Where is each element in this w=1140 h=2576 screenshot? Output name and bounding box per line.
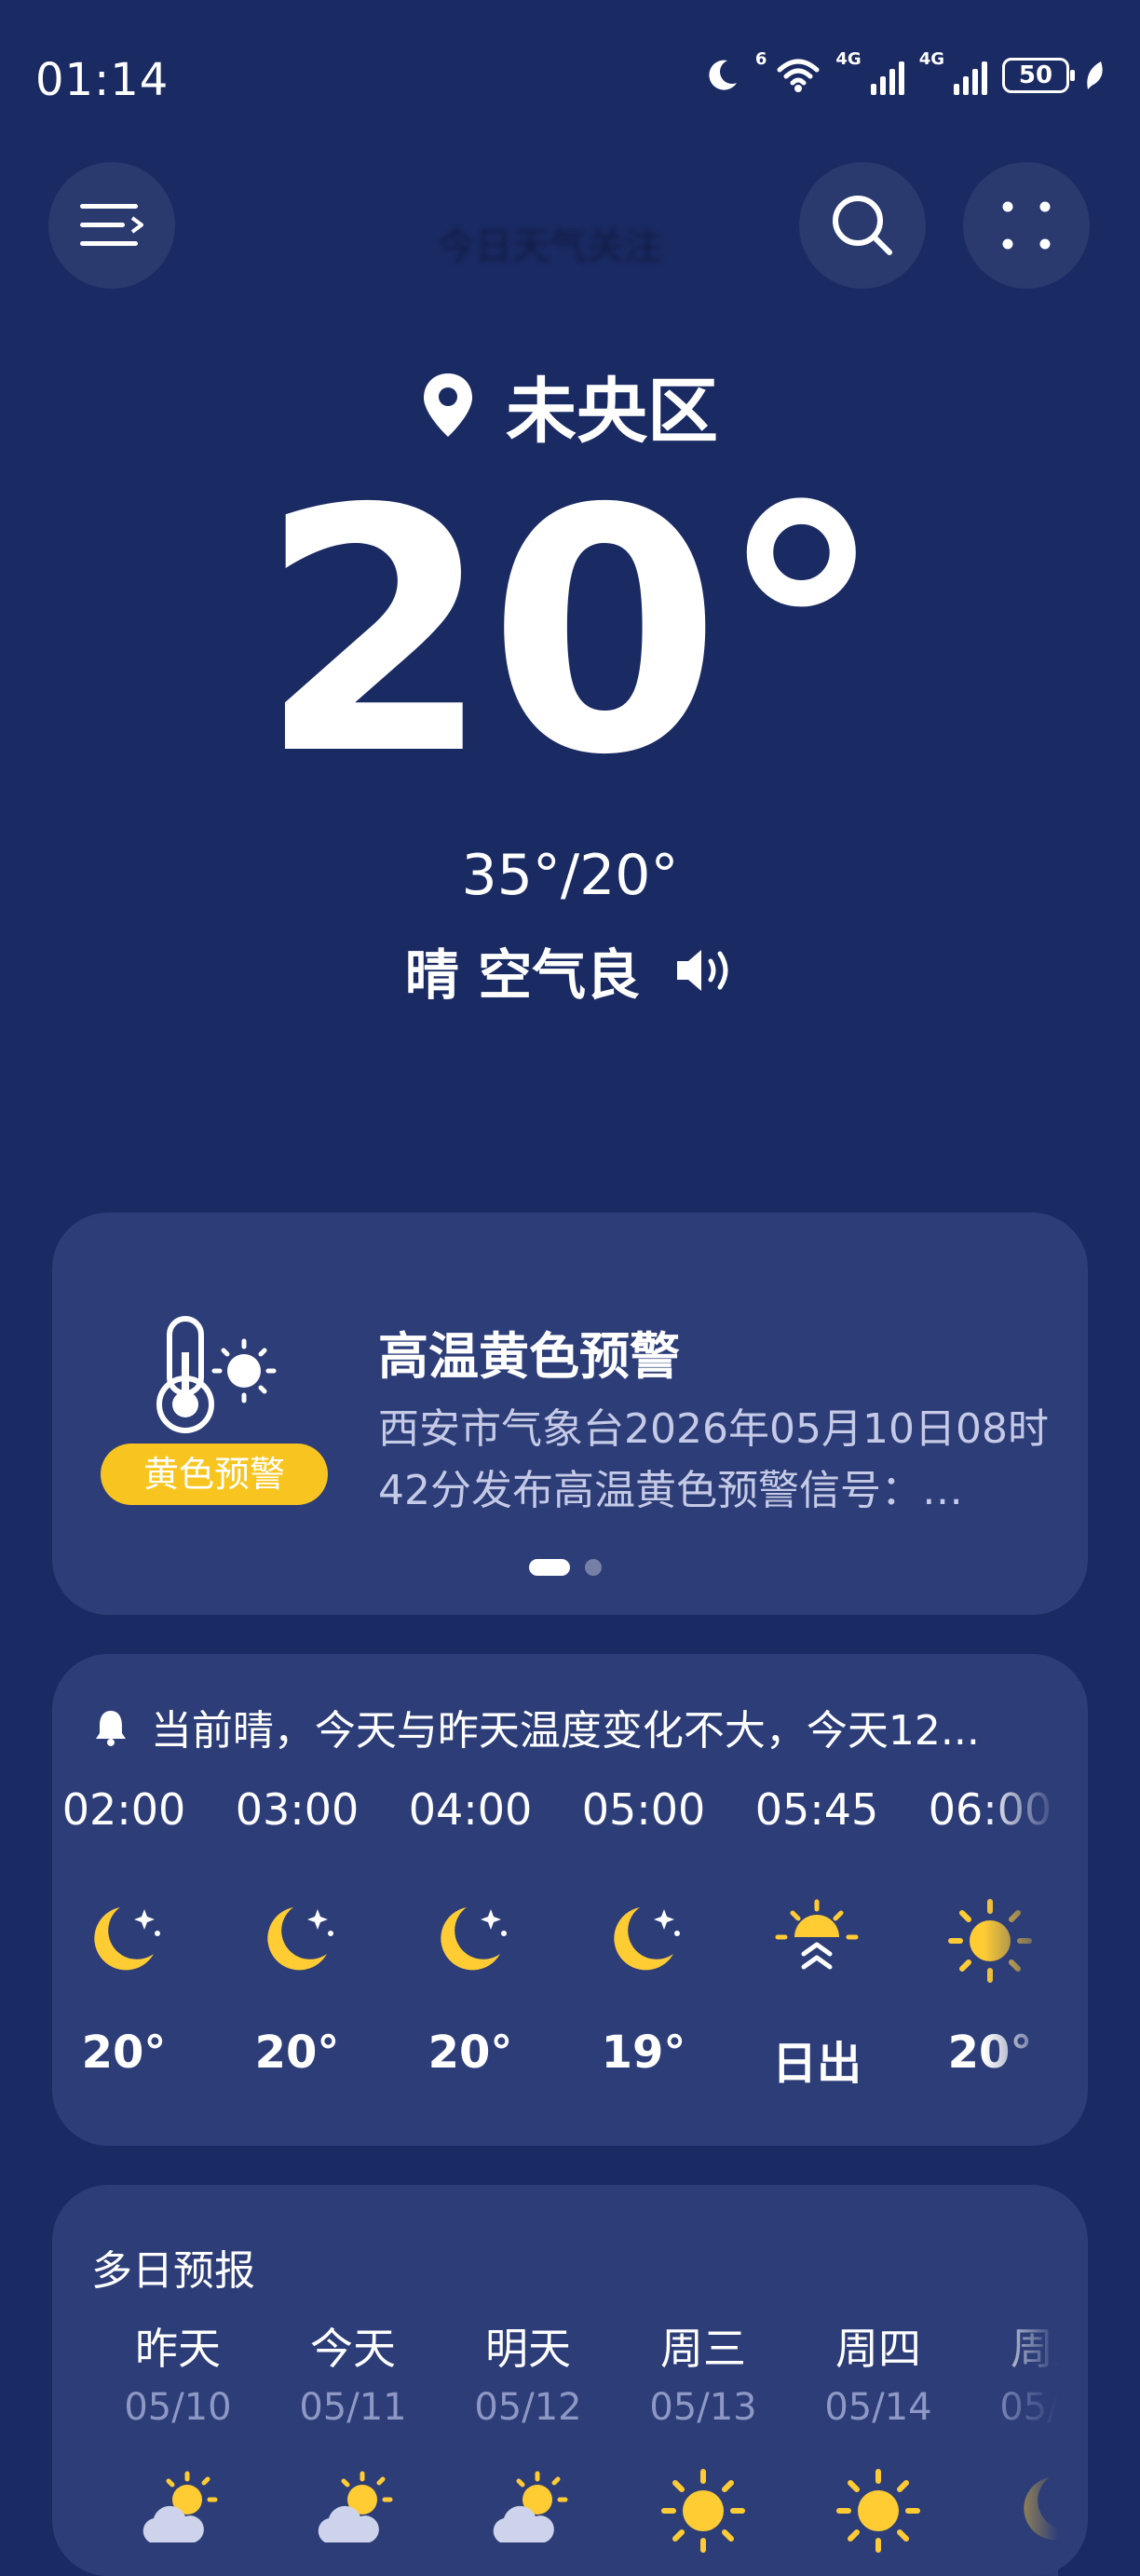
high-temperature-icon: [156, 1316, 277, 1433]
daily-forecast-card[interactable]: 多日预报 昨天 05/10 今天 05/11 明天 05/12 周三 05/13…: [52, 2185, 1088, 2576]
high-low-temperature: 35°/20°: [461, 843, 679, 908]
day-date: 05/10: [124, 2386, 232, 2429]
day-date: 05/14: [824, 2386, 932, 2429]
current-temperature: 20°: [258, 438, 886, 828]
daily-item[interactable]: 周三 05/13: [615, 2315, 792, 2559]
signal-2-icon: [954, 56, 987, 95]
sunrise-icon: [730, 1896, 903, 2008]
speaker-icon[interactable]: [673, 946, 735, 995]
daily-item[interactable]: 周四 05/14: [790, 2315, 967, 2559]
status-icons: 6 4G 4G 50: [703, 49, 1105, 95]
bell-icon: [95, 1711, 126, 1746]
alert-title: 高温黄色预警: [378, 1327, 680, 1386]
status-time: 01:14: [35, 54, 170, 106]
strip-fade: [984, 2315, 1058, 2576]
hourly-item[interactable]: 04:00 20°: [384, 1784, 557, 2079]
pager-dot-active: [529, 1559, 570, 1576]
menu-icon: [80, 204, 143, 246]
hour-time: 05:45: [754, 1784, 879, 1835]
search-icon: [833, 196, 892, 255]
location-pin-icon: [424, 373, 472, 437]
menu-button[interactable]: [48, 162, 175, 289]
daily-title: 多日预报: [91, 2247, 255, 2295]
hourly-summary: 当前晴，今天与昨天温度变化不大，今天12...: [93, 1697, 1043, 1756]
moon-icon: [557, 1896, 730, 2008]
hourly-item[interactable]: 05:45 日出: [730, 1784, 903, 2092]
pager-dots: [529, 1559, 602, 1576]
day-name: 昨天: [135, 2324, 221, 2374]
hour-temp: 日出: [771, 2038, 862, 2090]
day-date: 05/11: [299, 2386, 407, 2429]
hour-temp: 20°: [254, 2027, 340, 2079]
partly-cloudy-icon: [440, 2466, 617, 2559]
moon-icon: [384, 1896, 557, 2008]
alert-card[interactable]: 黄色预警 高温黄色预警 西安市气象台2026年05月10日08时42分发布高温黄…: [52, 1213, 1088, 1615]
daily-item[interactable]: 今天 05/11: [265, 2315, 441, 2559]
search-button[interactable]: [799, 162, 926, 289]
wifi-tag: 6: [754, 48, 767, 69]
hour-temp: 20°: [428, 2027, 513, 2079]
partly-cloudy-icon: [89, 2466, 266, 2559]
summary-text: 当前晴，今天与昨天温度变化不大，今天12...: [150, 1707, 980, 1755]
day-date: 05/12: [474, 2386, 582, 2429]
day-name: 周四: [835, 2324, 921, 2374]
hour-time: 03:00: [235, 1784, 360, 1835]
hourly-item[interactable]: 03:00 20°: [210, 1784, 384, 2079]
warning-badge: 黄色预警: [101, 1444, 328, 1505]
condition-row: 晴 空气良: [0, 931, 1140, 1010]
hour-temp: 20°: [81, 2027, 167, 2079]
partly-cloudy-icon: [265, 2466, 441, 2559]
strip-fade: [984, 1784, 1058, 2138]
signal-1-icon: [870, 56, 904, 95]
alert-body: 西安市气象台2026年05月10日08时42分发布高温黄色预警信号：…: [378, 1405, 1049, 1514]
hour-time: 02:00: [61, 1784, 186, 1835]
hourly-forecast-card[interactable]: 当前晴，今天与昨天温度变化不大，今天12... 02:00 20° 03:00 …: [52, 1654, 1088, 2146]
sim2-tag: 4G: [918, 48, 944, 69]
condition-text: 晴 空气良: [404, 943, 641, 1007]
day-name: 今天: [310, 2324, 396, 2374]
daily-item[interactable]: 昨天 05/10: [89, 2315, 266, 2559]
hour-time: 04:00: [408, 1784, 533, 1835]
sun-icon: [615, 2466, 792, 2559]
daily-item[interactable]: 明天 05/12: [440, 2315, 617, 2559]
day-name: 周三: [660, 2324, 746, 2374]
do-not-disturb-moon-icon: [709, 60, 737, 90]
more-grid-icon: [1002, 201, 1051, 250]
hourly-item[interactable]: 05:00 19°: [557, 1784, 730, 2079]
blurred-title: 今日天气关注: [438, 225, 661, 268]
sim1-tag: 4G: [835, 48, 862, 69]
hourly-strip[interactable]: 02:00 20° 03:00 20° 04:00 20° 05:00 19° …: [52, 1784, 1058, 2138]
hour-temp: 19°: [601, 2027, 686, 2079]
moon-icon: [52, 1896, 210, 2008]
hourly-item[interactable]: 02:00 20°: [52, 1784, 210, 2079]
daily-strip[interactable]: 昨天 05/10 今天 05/11 明天 05/12 周三 05/13 周四 0…: [52, 2315, 1058, 2576]
wifi-icon: [777, 59, 820, 92]
battery-level: 50: [1018, 61, 1053, 89]
leaf-icon: [1087, 61, 1103, 89]
day-date: 05/13: [649, 2386, 757, 2429]
battery-icon: 50: [1002, 58, 1075, 93]
sun-icon: [790, 2466, 967, 2559]
more-button[interactable]: [963, 162, 1090, 289]
moon-icon: [210, 1896, 384, 2008]
day-name: 明天: [485, 2324, 571, 2374]
pager-dot: [585, 1559, 602, 1576]
hour-time: 05:00: [581, 1784, 706, 1835]
